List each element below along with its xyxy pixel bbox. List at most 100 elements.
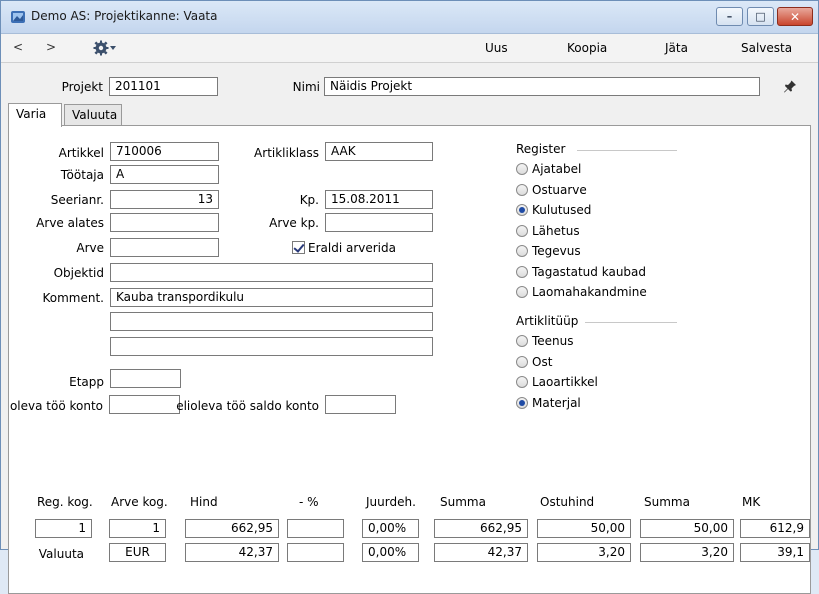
invoice-date-field[interactable] — [325, 213, 433, 232]
register-option-label: Ajatabel — [532, 162, 582, 176]
register-option-label: Ostuarve — [532, 182, 587, 197]
row1-ostuhind[interactable]: 50,00 — [537, 519, 631, 538]
row2-juurdeh[interactable]: 0,00% — [362, 543, 419, 562]
row1-summa[interactable]: 662,95 — [434, 519, 528, 538]
row2-label: Valuuta — [38, 547, 84, 561]
radio-button[interactable] — [516, 163, 528, 175]
radio-button[interactable] — [516, 245, 528, 257]
invoice-from-label: Arve alates — [36, 216, 104, 230]
date-field[interactable]: 15.08.2011 — [325, 190, 433, 209]
stage-field[interactable] — [110, 369, 181, 388]
close-button[interactable]: ✕ — [777, 7, 813, 26]
item-type-group-title: Artiklitüüp — [516, 314, 579, 328]
item-type-option[interactable]: Teenus — [516, 334, 574, 348]
row2-hind[interactable]: 42,37 — [185, 543, 279, 562]
minimize-button[interactable]: – — [716, 7, 743, 26]
radio-button[interactable] — [516, 355, 528, 368]
serial-field[interactable]: 13 — [110, 190, 219, 209]
radio-button[interactable] — [516, 396, 528, 409]
forward-button[interactable]: > — [46, 40, 56, 54]
register-option-label: Lähetus — [532, 223, 580, 238]
row2-mk[interactable]: 39,1 — [740, 543, 810, 562]
register-option-label: Tagastatud kaubad — [532, 264, 647, 279]
register-group-title: Register — [516, 142, 566, 156]
row1-reg-kog[interactable]: 1 — [35, 519, 92, 538]
save-button[interactable]: Salvesta — [741, 41, 792, 55]
pin-icon[interactable] — [783, 79, 797, 93]
item-type-option-label: Laoartikkel — [532, 375, 598, 389]
invoice-date-label: Arve kp. — [269, 216, 319, 230]
maximize-button[interactable]: □ — [747, 7, 774, 26]
project-label: Projekt — [61, 80, 103, 94]
register-option-label: Kulutused — [532, 203, 592, 217]
invoice-field[interactable] — [110, 238, 219, 257]
comment-line-2[interactable] — [110, 312, 433, 331]
col-header-reg-kog: Reg. kog. — [37, 495, 93, 509]
window-title: Demo AS: Projektikanne: Vaata — [31, 9, 218, 23]
row1-mk[interactable]: 612,9 — [740, 519, 810, 538]
skip-button[interactable]: Jäta — [665, 41, 688, 55]
item-class-field[interactable]: AAK — [325, 142, 433, 161]
radio-button[interactable] — [516, 376, 528, 388]
separate-invoice-checkbox[interactable] — [292, 241, 305, 254]
tab-valuuta[interactable]: Valuuta — [64, 104, 122, 126]
tab-varia[interactable]: Varia — [8, 103, 62, 127]
col-header-juurdeh: Juurdeh. — [366, 495, 416, 509]
back-button[interactable]: < — [13, 40, 23, 54]
item-type-option[interactable]: Laoartikkel — [516, 375, 598, 389]
register-option[interactable]: Lähetus — [516, 224, 580, 238]
wip-account-label: oleva töö konto — [9, 399, 103, 413]
tab-panel: Artikkel 710006 Artikliklass AAK Töötaja… — [8, 125, 811, 594]
toolbar: < > Uus Koopia Jäta Salvesta — [1, 34, 818, 63]
row2-summa[interactable]: 42,37 — [434, 543, 528, 562]
new-button[interactable]: Uus — [485, 41, 508, 55]
item-type-group-line — [585, 322, 677, 323]
register-option-label: Tegevus — [532, 244, 581, 258]
col-header-summa-2: Summa — [644, 495, 690, 509]
invoice-from-field[interactable] — [110, 213, 219, 232]
register-option[interactable]: Ostuarve — [516, 183, 587, 197]
objects-field[interactable] — [110, 263, 433, 282]
invoice-label: Arve — [76, 241, 104, 255]
worker-field[interactable]: A — [110, 165, 219, 184]
register-option[interactable]: Tegevus — [516, 244, 581, 258]
name-field[interactable]: Näidis Projekt — [324, 77, 760, 96]
separate-invoice-label: Eraldi arverida — [308, 241, 396, 255]
register-option[interactable]: Ajatabel — [516, 162, 581, 176]
wip-account-field[interactable] — [109, 395, 180, 414]
row1-summa-2[interactable]: 50,00 — [640, 519, 734, 538]
project-field[interactable]: 201101 — [109, 77, 218, 96]
copy-button[interactable]: Koopia — [567, 41, 607, 55]
row2-ostuhind[interactable]: 3,20 — [537, 543, 631, 562]
maximize-icon: □ — [755, 10, 766, 23]
wip-balance-label: elioleva töö saldo konto — [176, 399, 319, 413]
item-type-option[interactable]: Ost — [516, 355, 552, 369]
row1-hind[interactable]: 662,95 — [185, 519, 279, 538]
radio-button[interactable] — [516, 183, 528, 196]
register-option-label: Laomahakandmine — [532, 285, 647, 299]
radio-button[interactable] — [516, 204, 528, 216]
comment-line-1[interactable]: Kauba transpordikulu — [110, 288, 433, 307]
minimize-icon: – — [726, 10, 733, 23]
row1-discount[interactable] — [287, 519, 344, 538]
wip-balance-field[interactable] — [325, 395, 396, 414]
gear-icon[interactable] — [93, 40, 117, 56]
item-type-option[interactable]: Materjal — [516, 396, 581, 410]
row1-juurdeh[interactable]: 0,00% — [362, 519, 419, 538]
row2-discount[interactable] — [287, 543, 344, 562]
register-option[interactable]: Kulutused — [516, 203, 591, 217]
register-option[interactable]: Laomahakandmine — [516, 285, 647, 299]
window: Demo AS: Projektikanne: Vaata – □ ✕ < > … — [0, 0, 819, 594]
row1-arve-kog[interactable]: 1 — [109, 519, 166, 538]
row2-currency[interactable]: EUR — [109, 543, 166, 562]
row2-summa-2[interactable]: 3,20 — [640, 543, 734, 562]
comment-line-3[interactable] — [110, 337, 433, 356]
radio-button[interactable] — [516, 335, 528, 347]
register-option[interactable]: Tagastatud kaubad — [516, 265, 646, 279]
item-field[interactable]: 710006 — [110, 142, 219, 161]
col-header-hind: Hind — [190, 495, 218, 509]
radio-button[interactable] — [516, 286, 528, 298]
radio-button[interactable] — [516, 224, 528, 237]
item-label: Artikkel — [58, 146, 104, 160]
radio-button[interactable] — [516, 265, 528, 278]
